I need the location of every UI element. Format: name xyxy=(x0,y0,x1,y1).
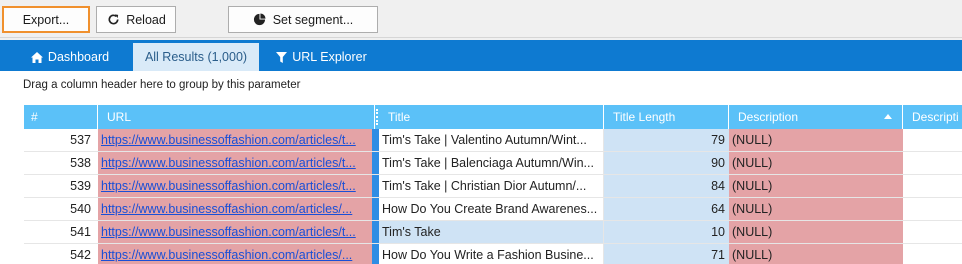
grid-header: # URL Title Title Length Description Des… xyxy=(24,105,962,129)
description-2-cell xyxy=(903,244,962,264)
description-2-cell xyxy=(903,175,962,197)
filter-icon xyxy=(275,51,287,63)
title-length-cell: 10 xyxy=(604,221,729,243)
url-link[interactable]: https://www.businessoffashion.com/articl… xyxy=(101,179,356,193)
sort-ascending-icon xyxy=(884,114,892,119)
url-link[interactable]: https://www.businessoffashion.com/articl… xyxy=(101,156,356,170)
column-header-description[interactable]: Description xyxy=(729,105,903,129)
url-cell: https://www.businessoffashion.com/articl… xyxy=(98,221,372,243)
export-label: Export... xyxy=(22,12,70,27)
description-2-cell xyxy=(903,198,962,220)
description-2-cell xyxy=(903,221,962,243)
table-row[interactable]: 537 https://www.businessoffashion.com/ar… xyxy=(24,129,962,152)
url-link[interactable]: https://www.businessoffashion.com/articl… xyxy=(101,248,352,262)
row-number: 541 xyxy=(24,221,96,243)
set-segment-label: Set segment... xyxy=(272,12,354,27)
title-cell: How Do You Write a Fashion Busine... xyxy=(379,244,604,264)
row-number: 540 xyxy=(24,198,96,220)
tab-all-results-label: All Results (1,000) xyxy=(144,50,248,64)
url-link[interactable]: https://www.businessoffashion.com/articl… xyxy=(101,202,352,216)
description-2-cell xyxy=(903,152,962,174)
row-number: 542 xyxy=(24,244,96,264)
row-number: 537 xyxy=(24,129,96,151)
title-length-cell: 64 xyxy=(604,198,729,220)
description-cell: (NULL) xyxy=(729,129,903,151)
pie-chart-icon xyxy=(253,13,267,27)
title-length-cell: 79 xyxy=(604,129,729,151)
title-length-cell: 84 xyxy=(604,175,729,197)
url-link[interactable]: https://www.businessoffashion.com/articl… xyxy=(101,133,356,147)
row-number: 538 xyxy=(24,152,96,174)
reload-button[interactable]: Reload xyxy=(96,6,176,33)
url-cell: https://www.businessoffashion.com/articl… xyxy=(98,198,372,220)
column-header-title-length[interactable]: Title Length xyxy=(604,105,729,129)
description-cell: (NULL) xyxy=(729,244,903,264)
tab-bar: Dashboard All Results (1,000) URL Explor… xyxy=(0,40,962,71)
url-cell: https://www.businessoffashion.com/articl… xyxy=(98,244,372,264)
tab-dashboard-label: Dashboard xyxy=(47,50,110,64)
title-cell: Tim's Take | Christian Dior Autumn/... xyxy=(379,175,604,197)
reload-label: Reload xyxy=(126,12,166,27)
url-cell: https://www.businessoffashion.com/articl… xyxy=(98,175,372,197)
url-cell: https://www.businessoffashion.com/articl… xyxy=(98,152,372,174)
tab-url-explorer[interactable]: URL Explorer xyxy=(268,43,374,71)
table-row[interactable]: 540 https://www.businessoffashion.com/ar… xyxy=(24,198,962,221)
url-link[interactable]: https://www.businessoffashion.com/articl… xyxy=(101,225,356,239)
title-cell: Tim's Take | Valentino Autumn/Wint... xyxy=(379,129,604,151)
description-cell: (NULL) xyxy=(729,175,903,197)
column-header-title[interactable]: Title xyxy=(379,105,604,129)
tab-dashboard[interactable]: Dashboard xyxy=(20,43,120,71)
url-cell: https://www.businessoffashion.com/articl… xyxy=(98,129,372,151)
toolbar: Export... Reload Set segment... xyxy=(0,0,962,38)
description-cell: (NULL) xyxy=(729,152,903,174)
title-length-cell: 90 xyxy=(604,152,729,174)
tab-all-results[interactable]: All Results (1,000) xyxy=(133,43,259,71)
description-cell: (NULL) xyxy=(729,221,903,243)
column-header-description-2[interactable]: Descripti xyxy=(903,105,962,129)
row-number: 539 xyxy=(24,175,96,197)
reload-icon xyxy=(106,13,120,27)
tab-url-explorer-label: URL Explorer xyxy=(292,50,367,64)
table-row[interactable]: 539 https://www.businessoffashion.com/ar… xyxy=(24,175,962,198)
description-2-cell xyxy=(903,129,962,151)
home-icon xyxy=(30,51,43,63)
title-length-cell: 71 xyxy=(604,244,729,264)
table-row[interactable]: 541 https://www.businessoffashion.com/ar… xyxy=(24,221,962,244)
title-cell: Tim's Take | Balenciaga Autumn/Win... xyxy=(379,152,604,174)
export-button[interactable]: Export... xyxy=(2,6,90,33)
group-by-hint[interactable]: Drag a column header here to group by th… xyxy=(23,79,300,91)
column-header-url[interactable]: URL xyxy=(98,105,375,129)
column-header-number[interactable]: # xyxy=(24,105,98,129)
description-cell: (NULL) xyxy=(729,198,903,220)
table-row[interactable]: 538 https://www.businessoffashion.com/ar… xyxy=(24,152,962,175)
table-row[interactable]: 542 https://www.businessoffashion.com/ar… xyxy=(24,244,962,264)
title-cell: How Do You Create Brand Awarenes... xyxy=(379,198,604,220)
set-segment-button[interactable]: Set segment... xyxy=(228,6,378,33)
title-cell: Tim's Take xyxy=(379,221,604,243)
